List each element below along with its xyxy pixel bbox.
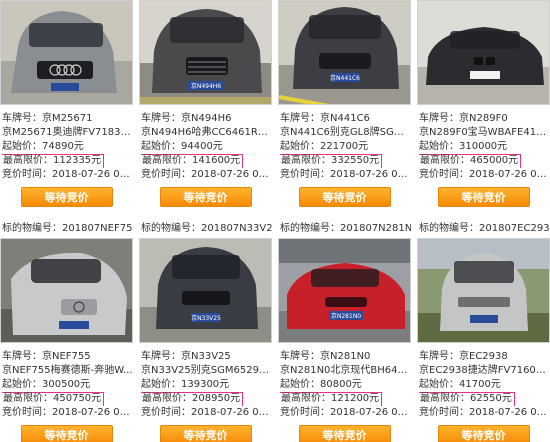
- vehicle-card[interactable]: 京N441C6 车牌号：京N441C6 京N441C6别克GL8牌SGM... …: [278, 0, 411, 207]
- photo-plate-text: 京N33V25: [191, 314, 221, 322]
- vehicle-card[interactable]: 标的物编号：201807NEF755 车牌号：京NEF755 京NEF755梅赛…: [0, 220, 133, 442]
- auction-time: 竞价时间：2018-07-26 08:00: [2, 407, 133, 418]
- starting-price: 起始价：221700元: [280, 141, 369, 152]
- plate-number: 车牌号：京N281N0: [280, 351, 371, 362]
- max-price-highlight: 最高限价：112335元: [2, 154, 105, 168]
- plate-number: 车牌号：京N289F0: [419, 113, 508, 124]
- starting-price: 起始价：310000元: [419, 141, 508, 152]
- vehicle-photo[interactable]: 京N281N0: [278, 238, 411, 343]
- vehicle-photo[interactable]: 京N494H6: [139, 0, 272, 105]
- await-bidding-button[interactable]: 等待竞价: [437, 187, 530, 207]
- max-price-highlight: 最高限价：121200元: [280, 392, 383, 406]
- plate-number: 车牌号：京NEF755: [2, 351, 91, 362]
- auction-time: 竞价时间：2018-07-26 08:00: [419, 407, 550, 418]
- auction-time: 竞价时间：2018-07-26 08:00: [141, 407, 272, 418]
- photo-plate-text: 京N281N0: [331, 312, 361, 320]
- lot-number: 标的物编号：201807NEF755: [2, 223, 133, 234]
- await-bidding-button[interactable]: 等待竞价: [298, 425, 391, 442]
- vehicle-model: 京N281N0北京现代BH644...: [280, 365, 411, 376]
- vehicle-model: 京N494H6哈弗CC6461RM...: [141, 127, 272, 138]
- vehicle-model: 京NEF755梅赛德斯-奔驰W...: [2, 365, 133, 376]
- plate-number: 车牌号：京N441C6: [280, 113, 370, 124]
- vehicle-photo[interactable]: 京N441C6: [278, 0, 411, 105]
- max-price-highlight: 最高限价：465000元: [419, 154, 522, 168]
- starting-price: 起始价：41700元: [419, 379, 501, 390]
- vehicle-card[interactable]: 车牌号：京N289F0 京N289F0宝马WBAFE410... 起始价：310…: [417, 0, 550, 207]
- auction-time: 竞价时间：2018-07-26 08:00: [141, 169, 272, 180]
- vehicle-photo[interactable]: [0, 0, 133, 105]
- photo-plate-text: 京N494H6: [191, 82, 221, 90]
- vehicle-photo[interactable]: [417, 0, 550, 105]
- vehicle-photo[interactable]: [417, 238, 550, 343]
- vehicle-model: 京N33V25别克SGM6529A...: [141, 365, 272, 376]
- await-bidding-button[interactable]: 等待竞价: [298, 187, 391, 207]
- plate-number: 车牌号：京N494H6: [141, 113, 232, 124]
- vehicle-model: 京EC2938捷达牌FV7160FG...: [419, 365, 550, 376]
- await-bidding-button[interactable]: 等待竞价: [437, 425, 530, 442]
- vehicle-card[interactable]: 标的物编号：201807EC2938 车牌号：京EC2938 京EC2938捷达…: [417, 220, 550, 442]
- starting-price: 起始价：74890元: [2, 141, 84, 152]
- await-bidding-button[interactable]: 等待竞价: [20, 425, 113, 442]
- plate-number: 车牌号：京EC2938: [419, 351, 508, 362]
- max-price-highlight: 最高限价：141600元: [141, 154, 244, 168]
- vehicle-card[interactable]: 车牌号：京M25671 京M25671奥迪牌FV7183T... 起始价：748…: [0, 0, 133, 207]
- auction-time: 竞价时间：2018-07-26 08:00: [419, 169, 550, 180]
- lot-number: 标的物编号：201807EC2938: [419, 223, 550, 234]
- max-price-highlight: 最高限价：332550元: [280, 154, 383, 168]
- starting-price: 起始价：300500元: [2, 379, 91, 390]
- auction-time: 竞价时间：2018-07-26 08:00: [280, 407, 411, 418]
- vehicle-auction-grid: 车牌号：京M25671 京M25671奥迪牌FV7183T... 起始价：748…: [0, 0, 550, 442]
- await-bidding-button[interactable]: 等待竞价: [20, 187, 113, 207]
- plate-number: 车牌号：京N33V25: [141, 351, 231, 362]
- vehicle-model: 京N441C6别克GL8牌SGM...: [280, 127, 411, 138]
- photo-plate-text: 京N441C6: [330, 74, 360, 82]
- max-price-highlight: 最高限价：208950元: [141, 392, 244, 406]
- vehicle-photo[interactable]: 京N33V25: [139, 238, 272, 343]
- auction-time: 竞价时间：2018-07-26 08:00: [280, 169, 411, 180]
- starting-price: 起始价：80800元: [280, 379, 362, 390]
- vehicle-photo[interactable]: [0, 238, 133, 343]
- vehicle-card[interactable]: 标的物编号：201807N33V25 京N33V25 车牌号：京N33V25 京…: [139, 220, 272, 442]
- max-price-highlight: 最高限价：62550元: [419, 392, 515, 406]
- lot-number: 标的物编号：201807N281N0: [280, 223, 411, 234]
- await-bidding-button[interactable]: 等待竞价: [159, 425, 252, 442]
- vehicle-model: 京M25671奥迪牌FV7183T...: [2, 127, 133, 138]
- vehicle-card[interactable]: 京N494H6 车牌号：京N494H6 京N494H6哈弗CC6461RM...…: [139, 0, 272, 207]
- vehicle-card[interactable]: 标的物编号：201807N281N0 京N281N0 车牌号：京N281N0 京…: [278, 220, 411, 442]
- max-price-highlight: 最高限价：450750元: [2, 392, 105, 406]
- await-bidding-button[interactable]: 等待竞价: [159, 187, 252, 207]
- auction-time: 竞价时间：2018-07-26 08:00: [2, 169, 133, 180]
- plate-number: 车牌号：京M25671: [2, 113, 93, 124]
- starting-price: 起始价：139300元: [141, 379, 230, 390]
- lot-number: 标的物编号：201807N33V25: [141, 223, 272, 234]
- vehicle-model: 京N289F0宝马WBAFE410...: [419, 127, 550, 138]
- starting-price: 起始价：94400元: [141, 141, 223, 152]
